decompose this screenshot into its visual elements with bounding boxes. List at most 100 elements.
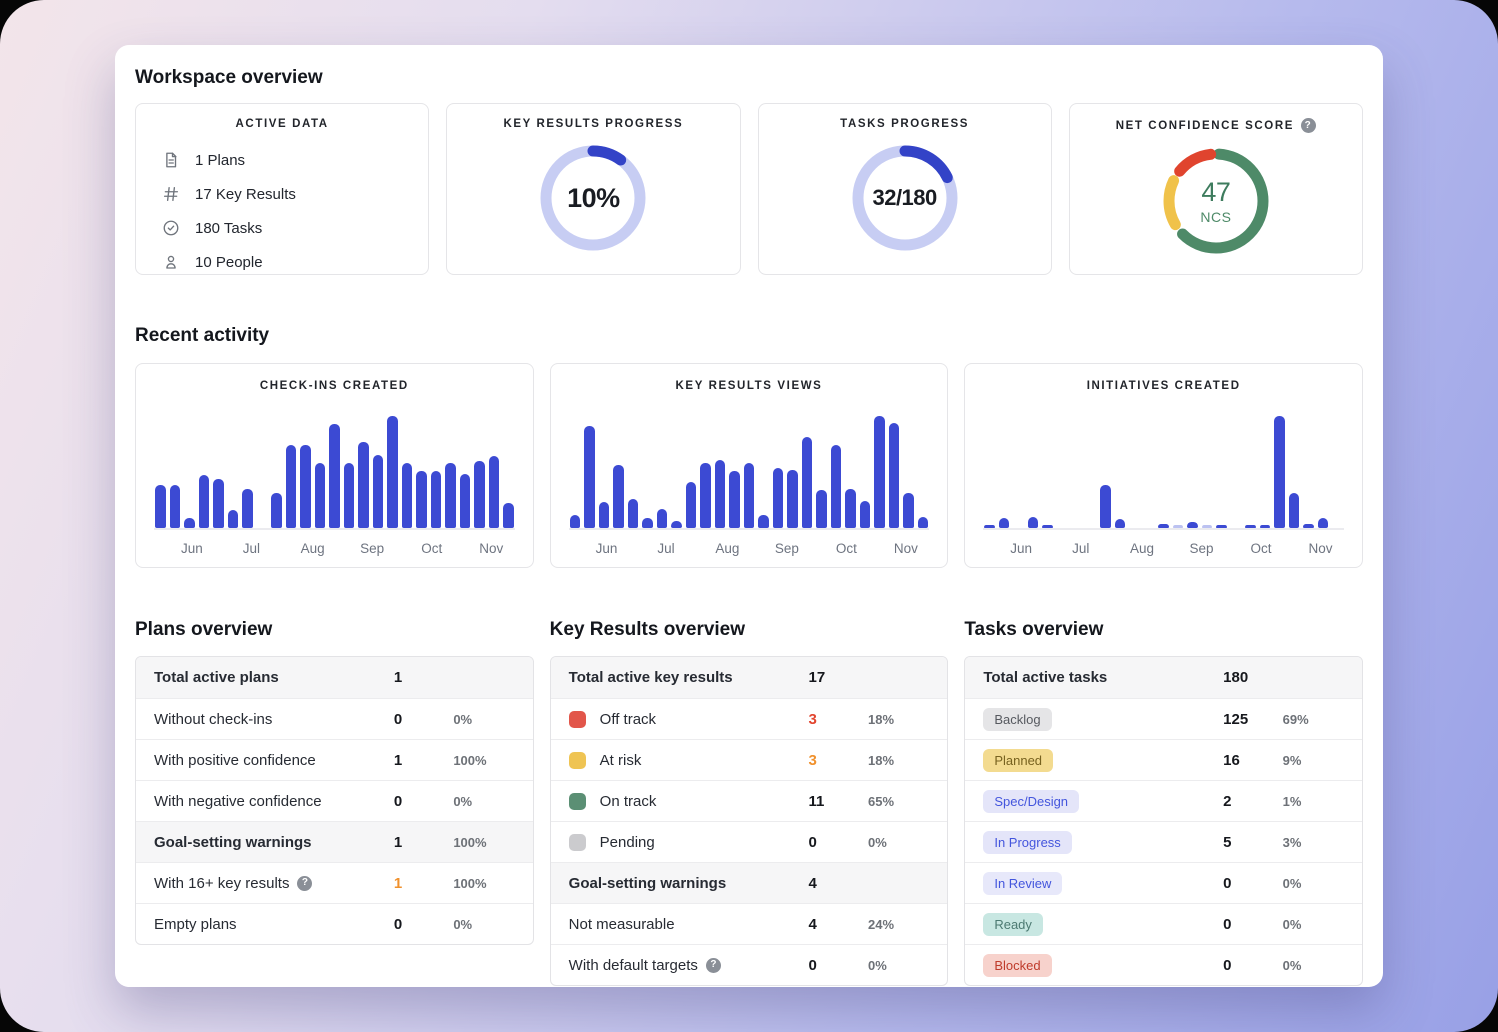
x-tick-label: Sep xyxy=(1190,541,1214,556)
active-data-label: 17 Key Results xyxy=(195,186,296,203)
bar-slot xyxy=(445,463,456,528)
bar xyxy=(460,474,471,528)
table-header-row: Total active plans1 xyxy=(136,657,533,698)
bar xyxy=(657,509,668,528)
bar-chart-area xyxy=(983,414,1344,530)
row-percent: 0% xyxy=(453,712,472,727)
bar xyxy=(1202,525,1213,528)
net-confidence-score-card: NET CONFIDENCE SCORE ? 47 NCS xyxy=(1069,103,1363,275)
bar-slot xyxy=(170,485,181,528)
bar xyxy=(700,463,711,528)
bar-slot xyxy=(1115,519,1126,528)
row-label: With positive confidence xyxy=(154,752,316,769)
bar xyxy=(642,518,653,528)
bar-slot xyxy=(1042,525,1053,528)
bar-slot xyxy=(744,463,755,528)
key-results-progress-donut: 10% xyxy=(534,139,652,257)
bar xyxy=(1274,416,1285,528)
row-percent: 18% xyxy=(868,712,894,727)
bar xyxy=(984,525,995,528)
row-value: 0 xyxy=(1223,916,1231,933)
row-label: Off track xyxy=(600,711,656,728)
bar-slot xyxy=(860,501,871,528)
bar xyxy=(474,461,485,528)
row-label: Total active key results xyxy=(569,669,733,686)
check-ins-created-chart: CHECK-INS CREATED JunJulAugSepOctNov xyxy=(135,363,534,568)
bar-slot xyxy=(387,416,398,528)
row-value: 5 xyxy=(1223,834,1231,851)
x-tick-label: Jul xyxy=(243,541,260,556)
row-value: 1 xyxy=(394,669,402,686)
row-percent: 100% xyxy=(453,753,486,768)
bar-slot xyxy=(1274,416,1285,528)
bar xyxy=(802,437,813,528)
row-value: 0 xyxy=(1223,875,1231,892)
bar xyxy=(903,493,914,528)
row-value: 1 xyxy=(394,752,402,769)
table-row: Planned169% xyxy=(965,739,1362,780)
row-value: 0 xyxy=(394,711,402,728)
bar-slot xyxy=(358,442,369,528)
row-value: 4 xyxy=(808,916,816,933)
bar-slot xyxy=(431,471,442,528)
bar-slot xyxy=(503,503,514,528)
bar xyxy=(271,493,282,528)
tasks-overview-section: Tasks overview Total active tasks180Back… xyxy=(964,617,1363,986)
bar xyxy=(686,482,697,528)
row-value: 0 xyxy=(808,957,816,974)
table-row: With positive confidence 1 100% xyxy=(136,739,533,780)
bar-slot xyxy=(984,525,995,528)
bar-slot xyxy=(773,468,784,528)
status-swatch xyxy=(569,752,586,769)
document-icon xyxy=(162,151,180,169)
help-icon[interactable]: ? xyxy=(1301,118,1316,133)
row-label: At risk xyxy=(600,752,642,769)
row-value: 16 xyxy=(1223,752,1240,769)
status-badge: Ready xyxy=(983,913,1043,936)
bar-slot xyxy=(657,509,668,528)
x-tick-label: Sep xyxy=(360,541,384,556)
bar xyxy=(1028,517,1039,528)
bar-slot xyxy=(1245,525,1256,528)
row-percent: 0% xyxy=(453,794,472,809)
x-tick-label: Nov xyxy=(1309,541,1333,556)
bar xyxy=(344,463,355,528)
row-percent: 0% xyxy=(1283,917,1302,932)
overview-tables-row: Plans overview Total active plans1Withou… xyxy=(135,617,1363,986)
active-data-item: 17 Key Results xyxy=(162,177,414,211)
bar-slot xyxy=(1158,524,1169,528)
tasks-progress-donut: 32/180 xyxy=(846,139,964,257)
bar-slot xyxy=(831,445,842,528)
bar-slot xyxy=(715,460,726,528)
help-icon[interactable]: ? xyxy=(297,876,312,891)
x-tick-label: Jun xyxy=(181,541,203,556)
bar xyxy=(1158,524,1169,528)
net-confidence-score-label: NET CONFIDENCE SCORE xyxy=(1116,120,1294,132)
bar xyxy=(213,479,224,528)
bar-slot xyxy=(802,437,813,528)
row-value: 17 xyxy=(808,669,825,686)
table-row: Pending00% xyxy=(551,821,948,862)
active-data-caption: ACTIVE DATA xyxy=(150,118,414,130)
bar-slot xyxy=(1303,524,1314,528)
bar xyxy=(170,485,181,528)
bar xyxy=(329,424,340,528)
tasks-progress-caption: TASKS PROGRESS xyxy=(773,118,1037,130)
table-row: Off track318% xyxy=(551,698,948,739)
tasks-progress-value: 32/180 xyxy=(872,185,936,211)
row-percent: 0% xyxy=(1283,876,1302,891)
row-percent: 0% xyxy=(868,958,887,973)
status-badge: In Progress xyxy=(983,831,1071,854)
bar-slot xyxy=(570,515,581,528)
row-label: With negative confidence xyxy=(154,793,322,810)
bar xyxy=(358,442,369,528)
bar-slot xyxy=(671,521,682,528)
active-data-label: 10 People xyxy=(195,254,263,271)
bar-slot xyxy=(628,499,639,528)
table-row: Ready 0 0% xyxy=(965,903,1362,944)
bar-slot xyxy=(1260,525,1271,528)
bar-slot xyxy=(889,423,900,528)
help-icon[interactable]: ? xyxy=(706,958,721,973)
bar xyxy=(1303,524,1314,528)
x-tick-label: Sep xyxy=(775,541,799,556)
